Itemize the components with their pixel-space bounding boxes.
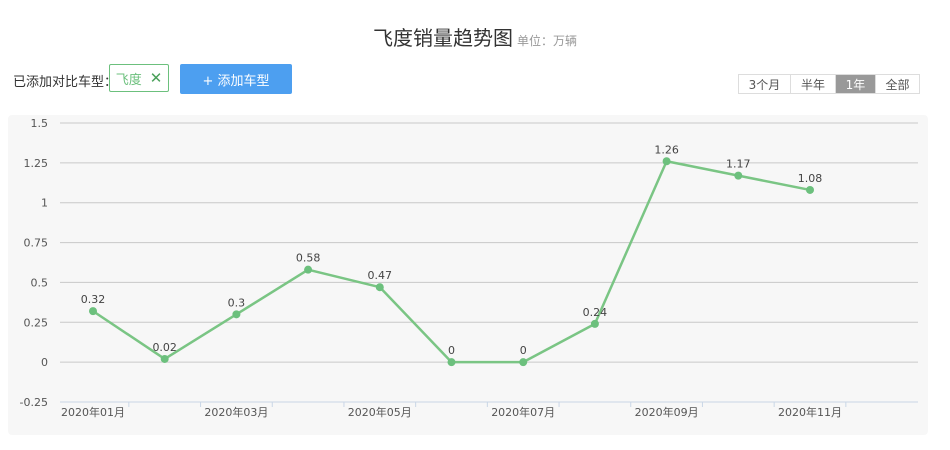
data-point	[89, 307, 97, 316]
compare-tag-label: 飞度	[115, 72, 142, 88]
compare-tag-fit: 飞度 ✕	[109, 64, 169, 92]
y-tick-label: 0	[41, 356, 48, 369]
data-point	[160, 354, 169, 363]
data-label: 1.26	[654, 143, 679, 156]
data-label: 0.24	[583, 306, 608, 319]
compare-label: 已添加对比车型：	[13, 75, 118, 90]
x-tick-label: 2020年03月	[204, 405, 268, 419]
data-point	[519, 358, 528, 367]
y-tick-label: 0.75	[24, 237, 49, 250]
data-point	[590, 319, 599, 328]
range-selector: 3个月 半年 1年 全部	[738, 74, 920, 94]
x-tick-label: 2020年01月	[61, 405, 125, 419]
series-line	[92, 160, 811, 364]
close-icon[interactable]: ✕	[150, 70, 163, 86]
data-label: 0	[520, 344, 527, 357]
range-1-year[interactable]: 1年	[836, 75, 876, 93]
y-tick-label: 0.25	[24, 316, 49, 329]
chart-title-row: 飞度销量趋势图 单位：万辆	[0, 22, 950, 51]
x-tick-label: 2020年09月	[635, 405, 699, 419]
sales-line-chart: -0.25 0 0.25 0.5 0.75 1 1.25 1.5 2020年01月 2020年03…	[20, 117, 918, 419]
data-label: 0	[448, 344, 455, 357]
y-tick-label: -0.25	[20, 396, 48, 409]
page-title: 飞度销量趋势图	[372, 26, 513, 50]
x-tick-label: 2020年05月	[348, 405, 412, 419]
x-tick-label: 2020年07月	[491, 405, 555, 419]
data-label: 0.32	[81, 293, 106, 306]
data-point	[375, 283, 384, 292]
x-tick-label: 2020年11月	[778, 405, 842, 419]
data-label: 0.3	[228, 296, 246, 309]
add-model-button[interactable]: + 添加车型	[180, 64, 292, 94]
data-label: 1.08	[798, 172, 823, 185]
y-tick-label: 1.25	[24, 157, 49, 170]
y-tick-label: 0.5	[31, 276, 49, 289]
unit-label: 单位：万辆	[516, 34, 577, 48]
data-point	[806, 185, 814, 194]
data-point	[304, 265, 313, 274]
range-3-months[interactable]: 3个月	[739, 75, 791, 93]
data-label: 1.17	[726, 158, 751, 171]
data-label: 0.02	[152, 341, 177, 354]
y-tick-label: 1.5	[31, 117, 49, 130]
data-point	[232, 310, 241, 319]
y-tick-label: 1	[41, 197, 48, 210]
range-all[interactable]: 全部	[876, 75, 919, 93]
data-point	[447, 358, 456, 367]
data-label: 0.58	[296, 252, 321, 265]
data-label: 0.47	[368, 269, 393, 282]
data-point	[734, 171, 743, 180]
data-point	[662, 157, 671, 166]
chart-panel: -0.25 0 0.25 0.5 0.75 1 1.25 1.5 2020年01月 2020年03…	[8, 115, 928, 435]
range-half-year[interactable]: 半年	[791, 75, 836, 93]
